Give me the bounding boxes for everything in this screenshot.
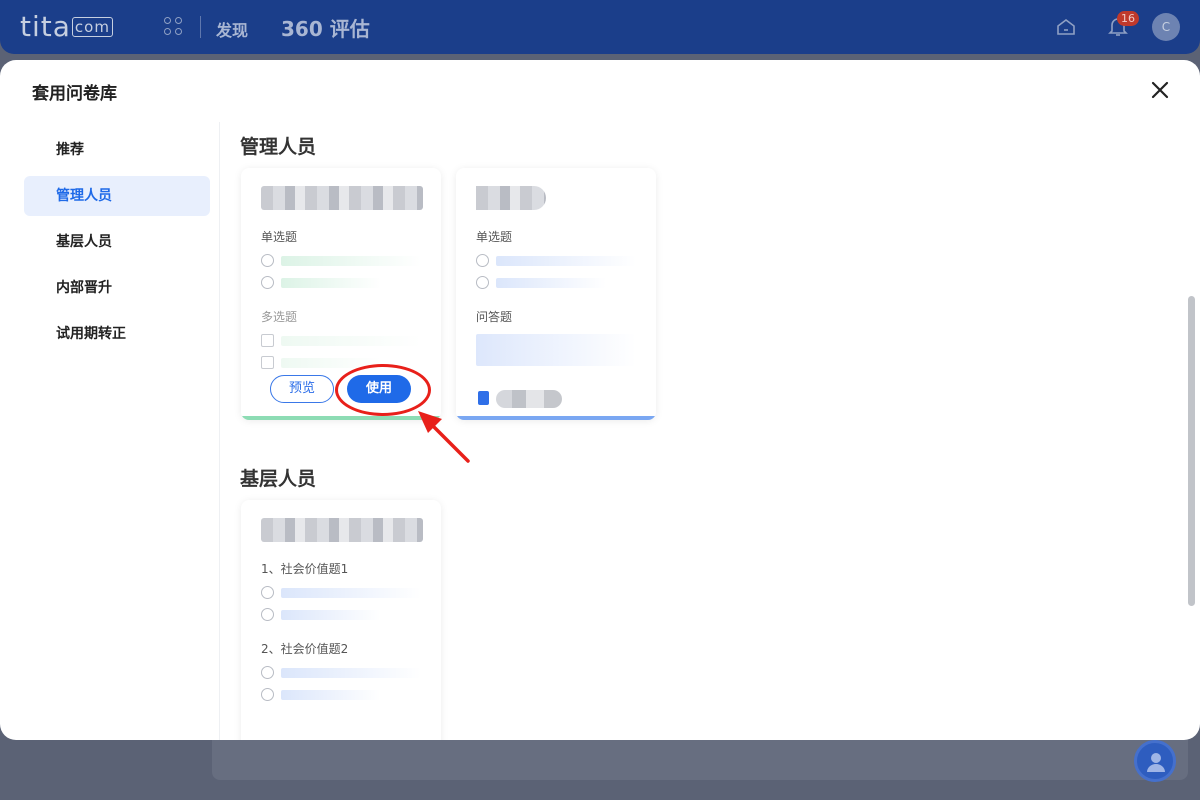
radio-option [261,608,274,621]
sidebar-item-managers[interactable]: 管理人员 [24,176,210,216]
tita-logo[interactable]: tita com [20,10,113,43]
sidebar-item-probation-conversion[interactable]: 试用期转正 [24,314,210,354]
option-placeholder [281,668,421,678]
radio-option [476,276,489,289]
question-type-label: 单选题 [476,230,513,244]
template-card[interactable]: 单选题 多选题 预览 使用 [241,168,441,420]
radio-option [261,254,274,267]
app-header: tita com 发现 360 评估 16 C [0,0,1200,54]
header-divider [200,16,201,38]
template-card[interactable]: 单选题 问答题 [456,168,656,420]
red-arrow-annotation [418,411,470,463]
question-type-label: 问答题 [476,310,513,324]
radio-option [261,276,274,289]
logo-domain: com [71,17,113,37]
option-placeholder [281,690,381,700]
section-title-managers: 管理人员 [240,136,317,158]
user-avatar[interactable]: C [1152,13,1180,41]
nav-360-evaluation[interactable]: 360 评估 [281,13,370,42]
template-title-blurred [261,186,423,210]
radio-option [261,666,274,679]
notification-badge: 16 [1117,11,1139,26]
option-placeholder [496,256,636,266]
radio-option [476,254,489,267]
question-title-label: 1、社会价值题1 [261,562,349,576]
option-placeholder [281,358,381,368]
template-list: 管理人员 单选题 多选题 预览 使用 单选题 问答题 基层人员 1、社会价值题1… [221,122,1200,740]
sidebar-item-frontline-staff[interactable]: 基层人员 [24,222,210,262]
category-sidebar: 推荐 管理人员 基层人员 内部晋升 试用期转正 [0,122,220,740]
card-accent-bar [456,416,656,420]
option-placeholder [281,588,421,598]
sidebar-item-recommended[interactable]: 推荐 [24,130,210,170]
logo-text: tita [20,10,71,43]
question-type-label: 多选题 [261,310,298,324]
sidebar-item-internal-promotion[interactable]: 内部晋升 [24,268,210,308]
checkbox-option [261,356,274,369]
customer-service-button[interactable] [1134,740,1176,782]
template-title-blurred [261,518,423,542]
option-placeholder [281,610,381,620]
home-icon[interactable] [1056,18,1076,36]
document-icon [478,391,489,405]
modal-title: 套用问卷库 [32,84,117,104]
use-button[interactable]: 使用 [347,375,411,403]
option-placeholder [281,336,421,346]
radio-option [261,688,274,701]
question-title-label: 2、社会价值题2 [261,642,349,656]
template-title-blurred [476,186,546,210]
question-type-label: 单选题 [261,230,298,244]
questionnaire-library-modal: 套用问卷库 推荐 管理人员 基层人员 内部晋升 试用期转正 管理人员 单选题 多… [0,60,1200,740]
preview-button[interactable]: 预览 [270,375,334,403]
section-title-frontline-staff: 基层人员 [240,468,317,490]
background-page-panel [212,740,1188,780]
option-placeholder [281,278,381,288]
option-placeholder [281,256,421,266]
answer-placeholder [476,334,636,366]
headset-icon [1147,753,1165,772]
radio-option [261,586,274,599]
checkbox-option [261,334,274,347]
content-scrollbar[interactable] [1188,296,1195,606]
author-blurred [496,390,562,408]
nav-discover[interactable]: 发现 [216,17,248,41]
template-card[interactable]: 1、社会价值题1 2、社会价值题2 [241,500,441,740]
apps-grid-icon[interactable] [164,17,184,37]
option-placeholder [496,278,606,288]
close-icon[interactable] [1148,78,1172,102]
